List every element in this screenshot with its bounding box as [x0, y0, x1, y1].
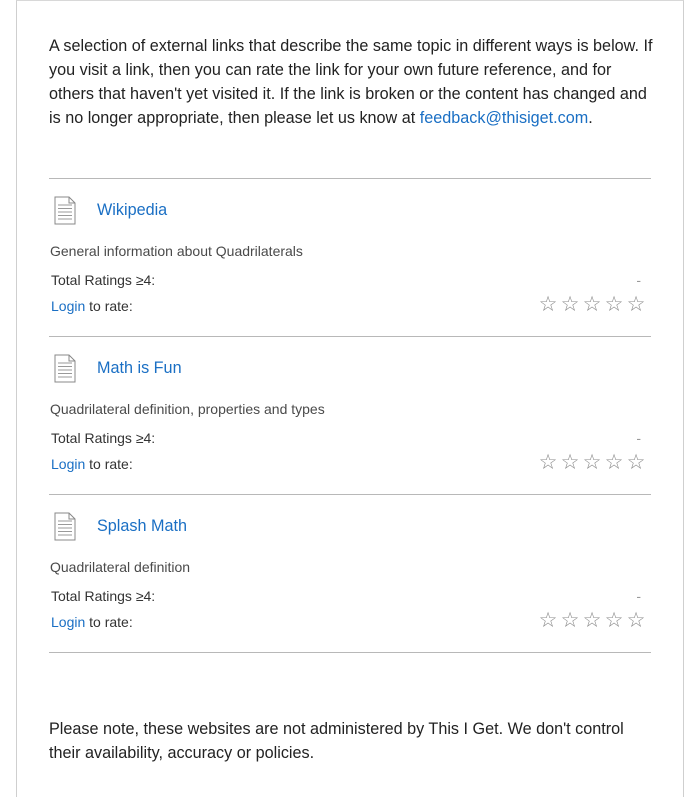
- star-outline-icon[interactable]: ☆: [625, 609, 647, 631]
- star-outline-icon[interactable]: ☆: [603, 609, 625, 631]
- star-outline-icon[interactable]: ☆: [537, 451, 559, 473]
- star-outline-icon[interactable]: ☆: [559, 451, 581, 473]
- document-icon: [54, 512, 76, 541]
- login-link[interactable]: Login: [51, 614, 85, 630]
- total-ratings-value: -: [636, 588, 641, 604]
- link-title[interactable]: Math is Fun: [97, 359, 182, 378]
- document-icon: [54, 196, 76, 225]
- intro-paragraph: A selection of external links that descr…: [49, 34, 655, 130]
- star-outline-icon[interactable]: ☆: [537, 293, 559, 315]
- feedback-email-link[interactable]: feedback@thisiget.com: [420, 109, 589, 127]
- star-rating: ☆ ☆ ☆ ☆ ☆: [537, 609, 647, 631]
- link-entry: Math is Fun Quadrilateral definition, pr…: [49, 336, 651, 494]
- link-title[interactable]: Splash Math: [97, 517, 187, 536]
- link-description: General information about Quadrilaterals: [50, 243, 303, 259]
- star-outline-icon[interactable]: ☆: [603, 451, 625, 473]
- star-outline-icon[interactable]: ☆: [581, 293, 603, 315]
- disclaimer-note: Please note, these websites are not admi…: [49, 720, 624, 762]
- star-rating: ☆ ☆ ☆ ☆ ☆: [537, 293, 647, 315]
- star-outline-icon[interactable]: ☆: [581, 609, 603, 631]
- login-to-rate: Login to rate:: [51, 298, 133, 314]
- star-outline-icon[interactable]: ☆: [625, 293, 647, 315]
- star-outline-icon[interactable]: ☆: [537, 609, 559, 631]
- link-description: Quadrilateral definition, properties and…: [50, 401, 325, 417]
- star-outline-icon[interactable]: ☆: [559, 609, 581, 631]
- to-rate-label: to rate:: [85, 298, 133, 314]
- link-description: Quadrilateral definition: [50, 559, 191, 575]
- login-link[interactable]: Login: [51, 456, 85, 472]
- total-ratings-value: -: [636, 430, 641, 446]
- star-outline-icon[interactable]: ☆: [625, 451, 647, 473]
- total-ratings-label: Total Ratings ≥4:: [51, 430, 156, 446]
- document-icon: [54, 354, 76, 383]
- total-ratings-value: -: [636, 272, 641, 288]
- divider: [49, 652, 651, 653]
- star-outline-icon[interactable]: ☆: [559, 293, 581, 315]
- star-outline-icon[interactable]: ☆: [581, 451, 603, 473]
- total-ratings-label: Total Ratings ≥4:: [51, 272, 156, 288]
- link-entry: Wikipedia General information about Quad…: [49, 178, 651, 336]
- login-to-rate: Login to rate:: [51, 614, 133, 630]
- star-rating: ☆ ☆ ☆ ☆ ☆: [537, 451, 647, 473]
- link-entry: Splash Math Quadrilateral definition Tot…: [49, 494, 651, 652]
- login-to-rate: Login to rate:: [51, 456, 133, 472]
- total-ratings-label: Total Ratings ≥4:: [51, 588, 156, 604]
- login-link[interactable]: Login: [51, 298, 85, 314]
- star-outline-icon[interactable]: ☆: [603, 293, 625, 315]
- to-rate-label: to rate:: [85, 614, 133, 630]
- intro-text-end: .: [588, 109, 593, 127]
- link-title[interactable]: Wikipedia: [97, 201, 167, 220]
- to-rate-label: to rate:: [85, 456, 133, 472]
